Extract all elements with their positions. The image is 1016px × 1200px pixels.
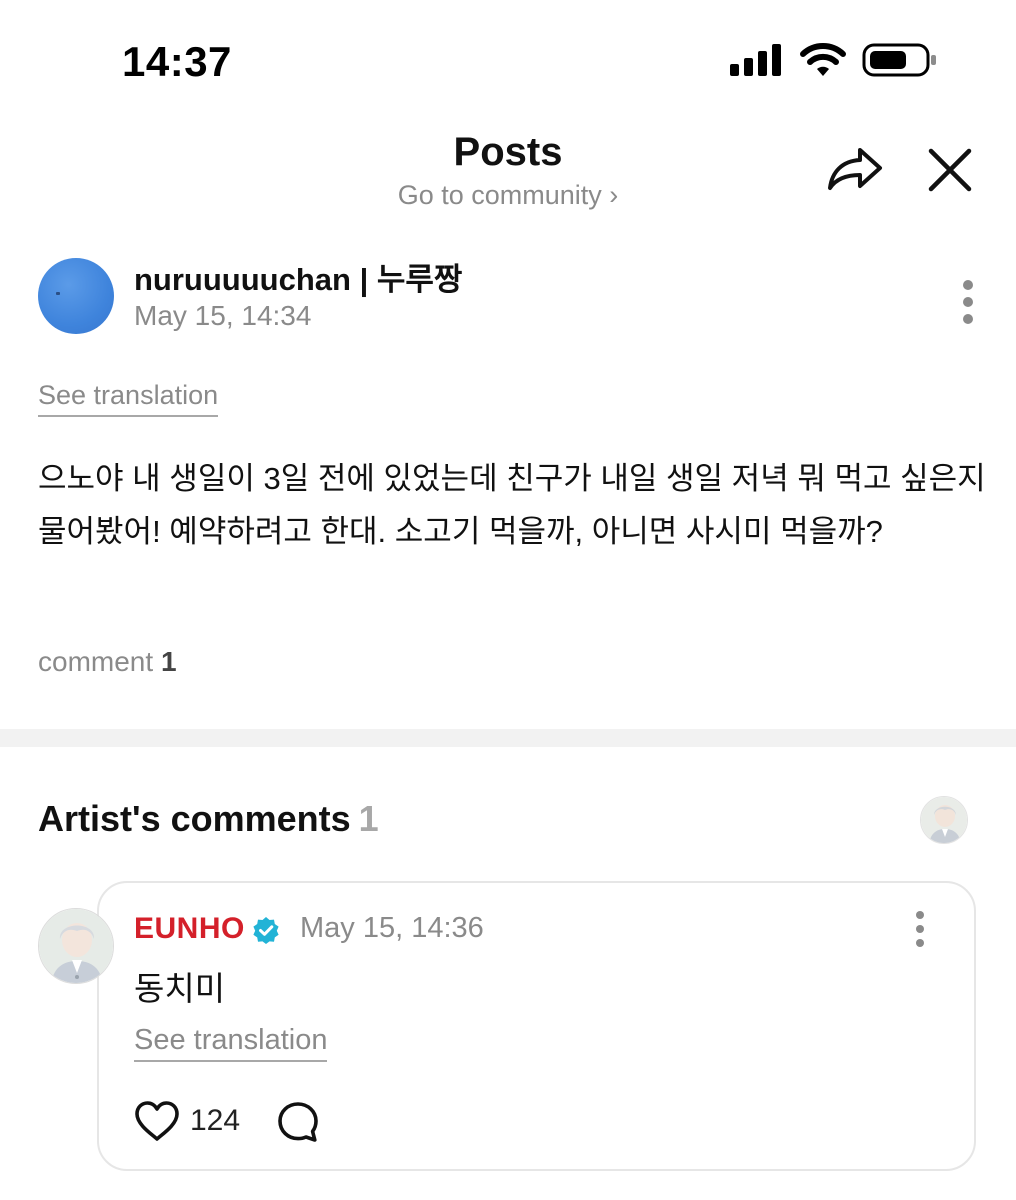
- artist-portrait-icon: [39, 909, 113, 983]
- comment-text: 동치미: [134, 970, 226, 1007]
- post-date: May 15, 14:34: [134, 300, 312, 331]
- author-name[interactable]: nuruuuuuchan | 누루짱: [134, 254, 462, 299]
- close-button[interactable]: [926, 146, 974, 194]
- more-vertical-icon: [916, 911, 924, 947]
- post-body: 으노야 내 생일이 3일 전에 있었는데 친구가 내일 생일 저녁 뭐 먹고 싶…: [38, 461, 986, 549]
- comment-count[interactable]: comment 1: [38, 646, 177, 678]
- artist-comments-count: 1: [358, 798, 379, 839]
- see-translation-link[interactable]: See translation: [38, 380, 219, 417]
- comment-more-button[interactable]: [906, 908, 934, 950]
- heart-icon: [135, 1101, 179, 1141]
- section-divider: [0, 729, 1016, 747]
- verified-badge-icon: [252, 916, 280, 944]
- status-time: 14:37: [122, 38, 232, 85]
- author-avatar[interactable]: [38, 258, 114, 334]
- comment-see-translation-link[interactable]: See translation: [134, 1024, 328, 1062]
- comment-label: comment: [38, 646, 154, 677]
- like-count: 124: [190, 1104, 241, 1137]
- artist-comments-title: Artist's comments 1: [38, 798, 379, 840]
- artist-name[interactable]: EUNHO: [134, 912, 245, 946]
- more-vertical-icon: [963, 280, 973, 324]
- comment-count-value: 1: [160, 646, 177, 677]
- like-button[interactable]: [134, 1100, 180, 1142]
- cellular-signal-icon: [730, 44, 781, 76]
- share-icon: [828, 148, 882, 190]
- artist-portrait-icon: [921, 797, 967, 843]
- status-icons: [730, 42, 938, 78]
- artist-comments-label: Artist's comments: [38, 798, 351, 839]
- battery-icon: [862, 43, 936, 77]
- comment-date: May 15, 14:36: [300, 912, 484, 944]
- artist-avatar[interactable]: [38, 908, 114, 984]
- share-button[interactable]: [826, 144, 884, 194]
- post-more-button[interactable]: [950, 278, 986, 326]
- reply-button[interactable]: [276, 1100, 320, 1144]
- chat-bubble-icon: [278, 1102, 318, 1142]
- close-icon: [928, 148, 972, 192]
- artist-avatar-small[interactable]: [920, 796, 968, 844]
- wifi-icon: [800, 43, 846, 76]
